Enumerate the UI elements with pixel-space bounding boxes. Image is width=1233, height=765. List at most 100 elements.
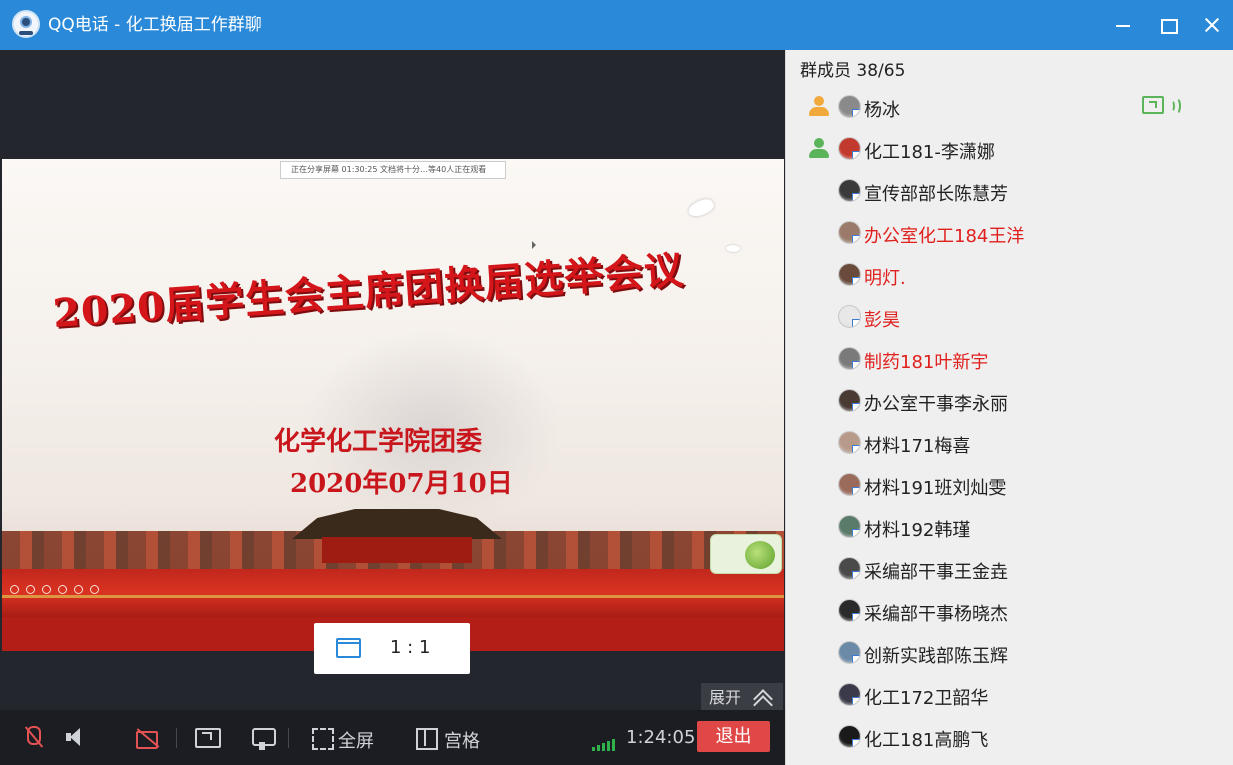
minimize-icon[interactable] bbox=[1110, 12, 1136, 38]
expand-button[interactable]: 展开 bbox=[701, 683, 783, 713]
member-row[interactable]: 材料191班刘灿雯 bbox=[786, 464, 1233, 506]
member-row[interactable]: 明灯. bbox=[786, 254, 1233, 296]
title-bar: QQ电话 - 化工换届工作群聊 bbox=[0, 0, 1233, 50]
webcam-icon bbox=[12, 10, 40, 38]
member-name: 化工181高鹏飞 bbox=[864, 730, 989, 751]
member-name: 化工172卫韶华 bbox=[864, 688, 989, 709]
sharing-screen-icon bbox=[1142, 96, 1164, 114]
member-row[interactable]: 杨冰 bbox=[786, 86, 1233, 128]
speaker-icon[interactable] bbox=[64, 724, 86, 752]
host-icon bbox=[808, 96, 830, 118]
member-name: 彭昊 bbox=[864, 310, 900, 331]
admin-icon bbox=[808, 138, 830, 160]
member-row[interactable]: 彭昊 bbox=[786, 296, 1233, 338]
shared-slide: 正在分享屏幕 01:30:25 文档将十分…等40人正在观看 2020届学生会主… bbox=[2, 159, 784, 651]
avatar bbox=[838, 221, 861, 244]
member-row[interactable]: 宣传部部长陈慧芳 bbox=[786, 170, 1233, 212]
hangup-button[interactable]: 退出 bbox=[697, 721, 770, 752]
member-name: 办公室干事李永丽 bbox=[864, 394, 1008, 415]
device-badge-icon bbox=[852, 109, 860, 117]
member-panel: 群成员 38/65 杨冰化工181-李潇娜 宣传部部长陈慧芳 办公室化工184王洋明… bbox=[785, 50, 1233, 765]
member-row[interactable]: 采编部干事王金垚 bbox=[786, 548, 1233, 590]
member-row[interactable]: 创新实践部陈玉辉 bbox=[786, 632, 1233, 674]
device-badge-icon bbox=[852, 739, 860, 747]
fullscreen-label[interactable]: 全屏 bbox=[338, 727, 374, 753]
sharing-status-banner: 正在分享屏幕 01:30:25 文档将十分…等40人正在观看 bbox=[280, 161, 506, 179]
leaf-logo-widget bbox=[710, 534, 782, 574]
member-list: 杨冰化工181-李潇娜 宣传部部长陈慧芳 办公室化工184王洋 明灯. 彭昊制药181叶… bbox=[786, 86, 1233, 758]
close-icon[interactable] bbox=[1199, 12, 1225, 38]
member-name: 明灯. bbox=[864, 268, 906, 289]
member-name: 采编部干事杨晓杰 bbox=[864, 604, 1008, 625]
slide-organization: 化学化工学院团委 bbox=[274, 427, 483, 457]
avatar bbox=[838, 557, 861, 580]
device-badge-icon bbox=[852, 529, 860, 537]
member-row[interactable]: 化工172卫韶华 bbox=[786, 674, 1233, 716]
call-duration: 1:24:05 bbox=[626, 727, 696, 748]
avatar bbox=[838, 641, 861, 664]
slide-date: 2020年07月10日 bbox=[290, 469, 513, 499]
avatar bbox=[838, 473, 861, 496]
member-name: 材料192韩瑾 bbox=[864, 520, 971, 541]
aspect-ratio-label: 1 : 1 bbox=[390, 637, 431, 658]
expand-label: 展开 bbox=[709, 688, 742, 707]
speaking-icon bbox=[1169, 96, 1187, 116]
device-badge-icon bbox=[852, 613, 860, 621]
device-badge-icon bbox=[852, 235, 860, 243]
avatar bbox=[838, 95, 861, 118]
member-name: 创新实践部陈玉辉 bbox=[864, 646, 1008, 667]
mic-muted-icon[interactable] bbox=[20, 724, 46, 752]
avatar bbox=[838, 683, 861, 706]
annotation-tools bbox=[10, 579, 120, 594]
member-row[interactable]: 办公室化工184王洋 bbox=[786, 212, 1233, 254]
avatar bbox=[838, 305, 861, 328]
member-row[interactable]: 化工181高鹏飞 bbox=[786, 716, 1233, 758]
device-badge-icon bbox=[852, 487, 860, 495]
member-name: 杨冰 bbox=[864, 100, 900, 121]
video-record-icon[interactable] bbox=[250, 724, 276, 752]
grid-label[interactable]: 宫格 bbox=[444, 727, 480, 753]
member-name: 采编部干事王金垚 bbox=[864, 562, 1008, 583]
device-badge-icon bbox=[852, 193, 860, 201]
device-badge-icon bbox=[852, 697, 860, 705]
device-badge-icon bbox=[852, 361, 860, 369]
member-name: 宣传部部长陈慧芳 bbox=[864, 184, 1008, 205]
shared-screen-area[interactable]: 正在分享屏幕 01:30:25 文档将十分…等40人正在观看 2020届学生会主… bbox=[0, 50, 785, 713]
member-name: 办公室化工184王洋 bbox=[864, 226, 1025, 247]
avatar bbox=[838, 137, 861, 160]
avatar bbox=[838, 515, 861, 538]
dove-icon bbox=[686, 196, 716, 220]
device-badge-icon bbox=[852, 277, 860, 285]
member-row[interactable]: 材料171梅喜 bbox=[786, 422, 1233, 464]
double-chevron-up-icon bbox=[752, 688, 774, 708]
device-badge-icon bbox=[852, 151, 860, 159]
mouse-cursor-icon bbox=[532, 241, 536, 249]
member-row[interactable]: 制药181叶新宇 bbox=[786, 338, 1233, 380]
aspect-ratio-button[interactable]: 1 : 1 bbox=[314, 623, 470, 674]
grid-icon[interactable] bbox=[416, 724, 438, 752]
device-badge-icon bbox=[852, 655, 860, 663]
member-row[interactable]: 采编部干事杨晓杰 bbox=[786, 590, 1233, 632]
member-row[interactable]: 化工181-李潇娜 bbox=[786, 128, 1233, 170]
member-count-header: 群成员 38/65 bbox=[800, 61, 906, 81]
signal-strength-icon bbox=[592, 737, 620, 751]
window-title: QQ电话 - 化工换届工作群聊 bbox=[48, 15, 262, 35]
screen-share-icon[interactable] bbox=[194, 724, 221, 752]
member-row[interactable]: 办公室干事李永丽 bbox=[786, 380, 1233, 422]
avatar bbox=[838, 389, 861, 412]
device-badge-icon bbox=[852, 445, 860, 453]
avatar bbox=[838, 263, 861, 286]
camera-off-icon[interactable] bbox=[134, 724, 162, 752]
slide-heading: 2020届学生会主席团换届选举会议 bbox=[51, 246, 686, 338]
fullscreen-icon[interactable] bbox=[312, 724, 334, 752]
device-badge-icon bbox=[852, 319, 860, 327]
red-wall-band bbox=[2, 569, 784, 617]
member-name: 化工181-李潇娜 bbox=[864, 142, 995, 163]
window-ratio-icon bbox=[336, 638, 361, 658]
avatar bbox=[838, 725, 861, 748]
member-row[interactable]: 材料192韩瑾 bbox=[786, 506, 1233, 548]
maximize-icon[interactable] bbox=[1155, 12, 1181, 38]
member-name: 制药181叶新宇 bbox=[864, 352, 989, 373]
member-name: 材料191班刘灿雯 bbox=[864, 478, 1007, 499]
avatar bbox=[838, 347, 861, 370]
